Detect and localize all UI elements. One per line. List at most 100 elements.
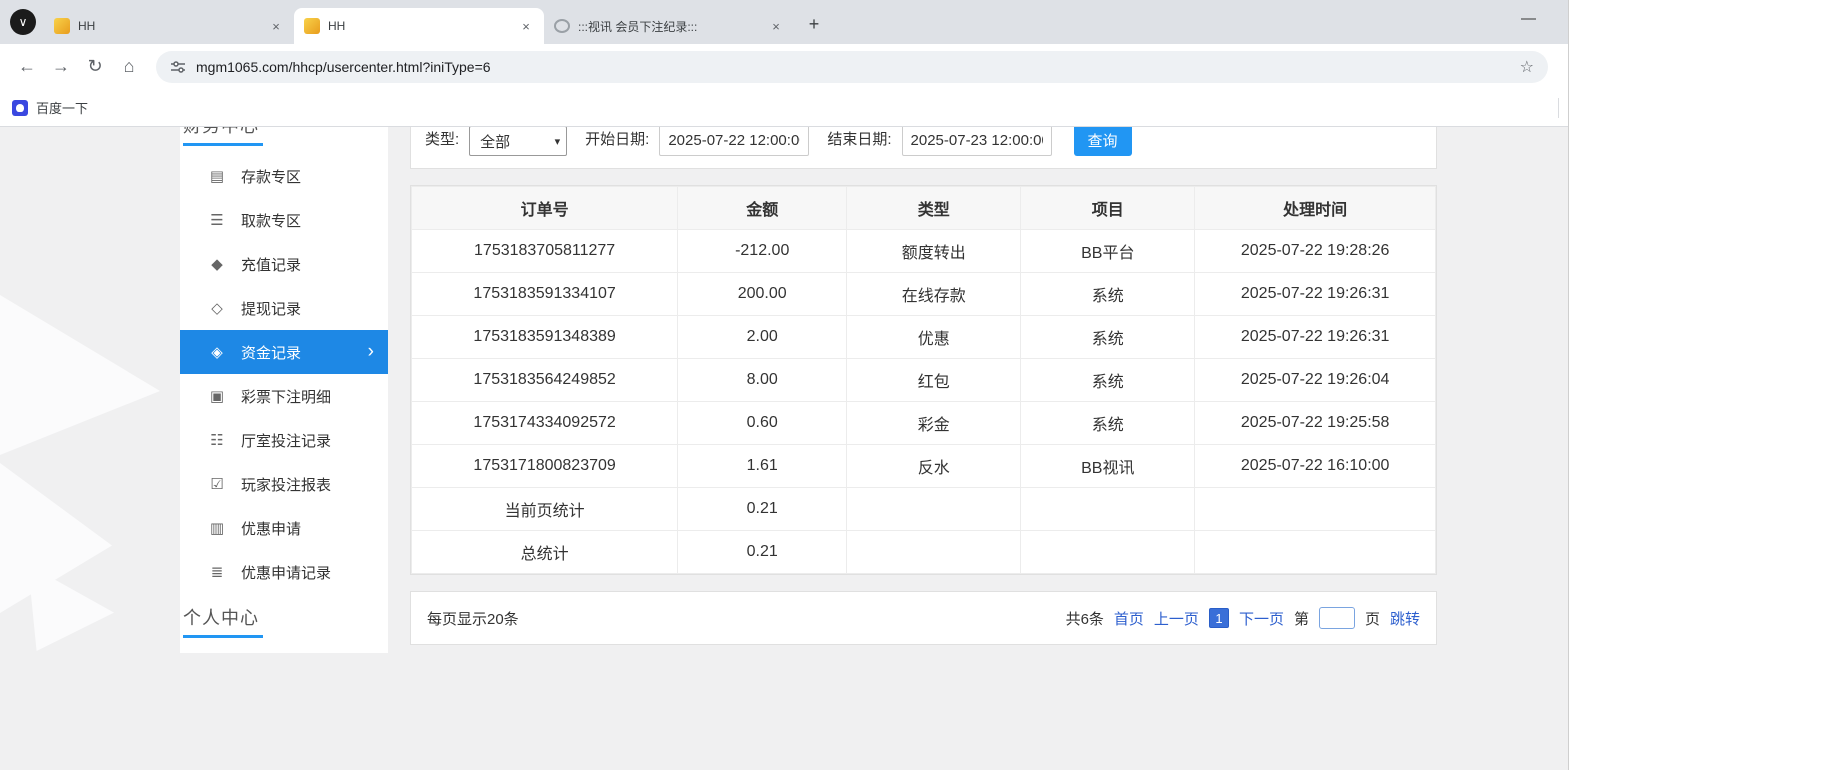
- table-cell: 总统计: [410, 530, 679, 574]
- prev-page-link[interactable]: 上一页: [1154, 608, 1199, 629]
- table-cell: 2025-07-22 19:26:31: [1194, 315, 1436, 359]
- tab-video-records[interactable]: :::视讯 会员下注纪录::: ×: [544, 8, 794, 44]
- sidebar-item[interactable]: ☷ 厅室投注记录: [180, 418, 388, 462]
- reload-button[interactable]: ↻: [78, 50, 112, 84]
- address-bar[interactable]: mgm1065.com/hhcp/usercenter.html?iniType…: [156, 50, 1548, 83]
- pagination-controls: 共6条 首页 上一页 1 下一页 第 页 跳转: [1066, 607, 1420, 629]
- table-row: 1753183564249852 8.00 红包 系统 2025-07-22 19:26…: [410, 358, 1436, 402]
- sidebar-item[interactable]: ☑ 玩家投注报表: [180, 462, 388, 506]
- sidebar-item-label: 取款专区: [241, 212, 302, 230]
- url-text[interactable]: mgm1065.com/hhcp/usercenter.html?iniType…: [196, 59, 1510, 75]
- baidu-favicon: [12, 99, 28, 116]
- hh-favicon: [304, 18, 320, 34]
- per-page-label: 每页显示20条: [427, 610, 519, 628]
- query-button[interactable]: 查询: [1073, 127, 1132, 156]
- table-cell: BB视讯: [1020, 444, 1196, 488]
- table-cell: [846, 530, 1022, 574]
- close-icon[interactable]: ×: [768, 18, 784, 34]
- chevron-down-icon: ▾: [554, 135, 561, 148]
- pagination-bar: 每页显示20条 共6条 首页 上一页 1 下一页 第 页 跳转: [410, 591, 1437, 645]
- table-cell: 1753183591348389: [410, 315, 679, 359]
- start-date-input[interactable]: [659, 127, 810, 156]
- promo-record-icon: ≣: [210, 564, 224, 581]
- back-button[interactable]: ←: [10, 50, 44, 84]
- sidebar-item-label: 充值记录: [241, 256, 302, 274]
- jump-button[interactable]: 跳转: [1390, 608, 1420, 629]
- site-settings-icon[interactable]: [170, 59, 186, 75]
- sidebar-item-label: 存款专区: [241, 168, 302, 186]
- navigation-bar: ← → ↻ ⌂ mgm1065.com/hhcp/usercenter.html…: [0, 44, 1568, 89]
- table-cell: 2025-07-22 19:25:58: [1194, 401, 1436, 445]
- sidebar-item[interactable]: ◈ 资金记录 ›: [180, 330, 388, 374]
- page-number-input[interactable]: [1318, 607, 1355, 629]
- table-cell: 额度转出: [846, 229, 1022, 273]
- table-cell: 系统: [1020, 315, 1196, 359]
- deposit-icon: ▤: [209, 168, 225, 185]
- sidebar-section-finance: 财务中心: [180, 127, 388, 138]
- start-date-label: 开始日期:: [585, 131, 650, 148]
- sidebar-item-label: 玩家投注报表: [241, 476, 332, 494]
- table-cell: 2.00: [677, 315, 848, 359]
- lottery-detail-icon: ▣: [209, 388, 225, 405]
- sidebar-item[interactable]: ▣ 彩票下注明细: [180, 374, 388, 418]
- close-icon[interactable]: ×: [268, 18, 284, 34]
- table-row: 1753174334092572 0.60 彩金 系统 2025-07-22 19:25…: [410, 401, 1436, 445]
- table-row: 1753183591334107 200.00 在线存款 系统 2025-07-22 1…: [410, 272, 1436, 316]
- table-cell: [1020, 530, 1196, 574]
- sidebar-item[interactable]: ◆ 充值记录: [180, 242, 388, 286]
- recharge-icon: ◆: [211, 256, 223, 273]
- column-header: 类型: [846, 186, 1022, 230]
- records-table: 订单号 金额 类型 项目 处理时间 1753183705811277 -212.00 额度转…: [410, 186, 1436, 574]
- next-page-link[interactable]: 下一页: [1239, 608, 1284, 629]
- bookmark-star-icon[interactable]: ☆: [1520, 57, 1534, 77]
- funds-icon: ◈: [211, 344, 223, 361]
- sidebar-item[interactable]: ▤ 存款专区: [180, 154, 388, 198]
- table-cell: [1020, 487, 1196, 531]
- type-label: 类型:: [425, 131, 460, 148]
- table-cell: 系统: [1020, 358, 1196, 402]
- table-cell: [1194, 530, 1436, 574]
- tab-title: HH: [78, 19, 96, 33]
- sidebar-item[interactable]: ▥ 优惠申请: [180, 506, 388, 550]
- table-cell: 2025-07-22 19:26:31: [1194, 272, 1436, 316]
- sidebar-item[interactable]: ◇ 提现记录: [180, 286, 388, 330]
- section-underline: [183, 143, 263, 146]
- first-page-link[interactable]: 首页: [1114, 608, 1144, 629]
- end-date-input[interactable]: [901, 127, 1052, 156]
- home-button[interactable]: ⌂: [112, 50, 146, 84]
- table-cell: [846, 487, 1022, 531]
- close-icon[interactable]: ×: [518, 18, 534, 34]
- new-tab-button[interactable]: +: [800, 10, 828, 38]
- tab-hh-2-active[interactable]: HH ×: [294, 8, 544, 44]
- sidebar-item[interactable]: ≣ 优惠申请记录: [180, 550, 388, 594]
- table-cell: 1753174334092572: [410, 401, 679, 445]
- table-row: 1753183705811277 -212.00 额度转出 BB平台 2025-07-2…: [410, 229, 1436, 273]
- table-cell: 1753183564249852: [410, 358, 679, 402]
- site-favicon: [554, 19, 570, 33]
- table-cell: 优惠: [846, 315, 1022, 359]
- divider: [1557, 97, 1559, 118]
- table-cell: 2025-07-22 19:28:26: [1194, 229, 1436, 273]
- withdraw-icon: ☰: [210, 212, 224, 229]
- bookmarks-bar-right: ▸: [1557, 89, 1562, 126]
- table-row: 总统计 0.21: [410, 530, 1436, 574]
- hall-bet-icon: ☷: [210, 432, 224, 449]
- bookmarks-bar: 百度一下 ▸: [0, 89, 1568, 127]
- type-select-value: 全部: [480, 133, 511, 151]
- promo-apply-icon: ▥: [209, 520, 225, 537]
- sidebar-item[interactable]: ☰ 取款专区: [180, 198, 388, 242]
- current-page-badge[interactable]: 1: [1208, 608, 1229, 628]
- type-select[interactable]: 全部 ▾: [469, 127, 568, 156]
- hh-favicon: [54, 18, 70, 34]
- tab-hh-1[interactable]: HH ×: [44, 8, 294, 44]
- table-cell: 系统: [1020, 272, 1196, 316]
- sidebar-menu: ▤ 存款专区 ☰ 取款专区 ◆ 充值记录 ◇ 提现记录 ◈ 资金记录 › ▣ 彩票下注明细 ☷ 厅室投注记录…: [180, 154, 388, 594]
- bookmark-baidu[interactable]: 百度一下: [12, 98, 88, 117]
- table-cell: 彩金: [846, 401, 1022, 445]
- column-header: 金额: [677, 186, 848, 230]
- table-cell: 当前页统计: [410, 487, 679, 531]
- minimize-button[interactable]: —: [1521, 10, 1536, 27]
- browser-menu-button[interactable]: ∨: [10, 9, 36, 35]
- forward-button[interactable]: →: [44, 50, 78, 84]
- table-body: 1753183705811277 -212.00 额度转出 BB平台 2025-07-2…: [410, 229, 1436, 574]
